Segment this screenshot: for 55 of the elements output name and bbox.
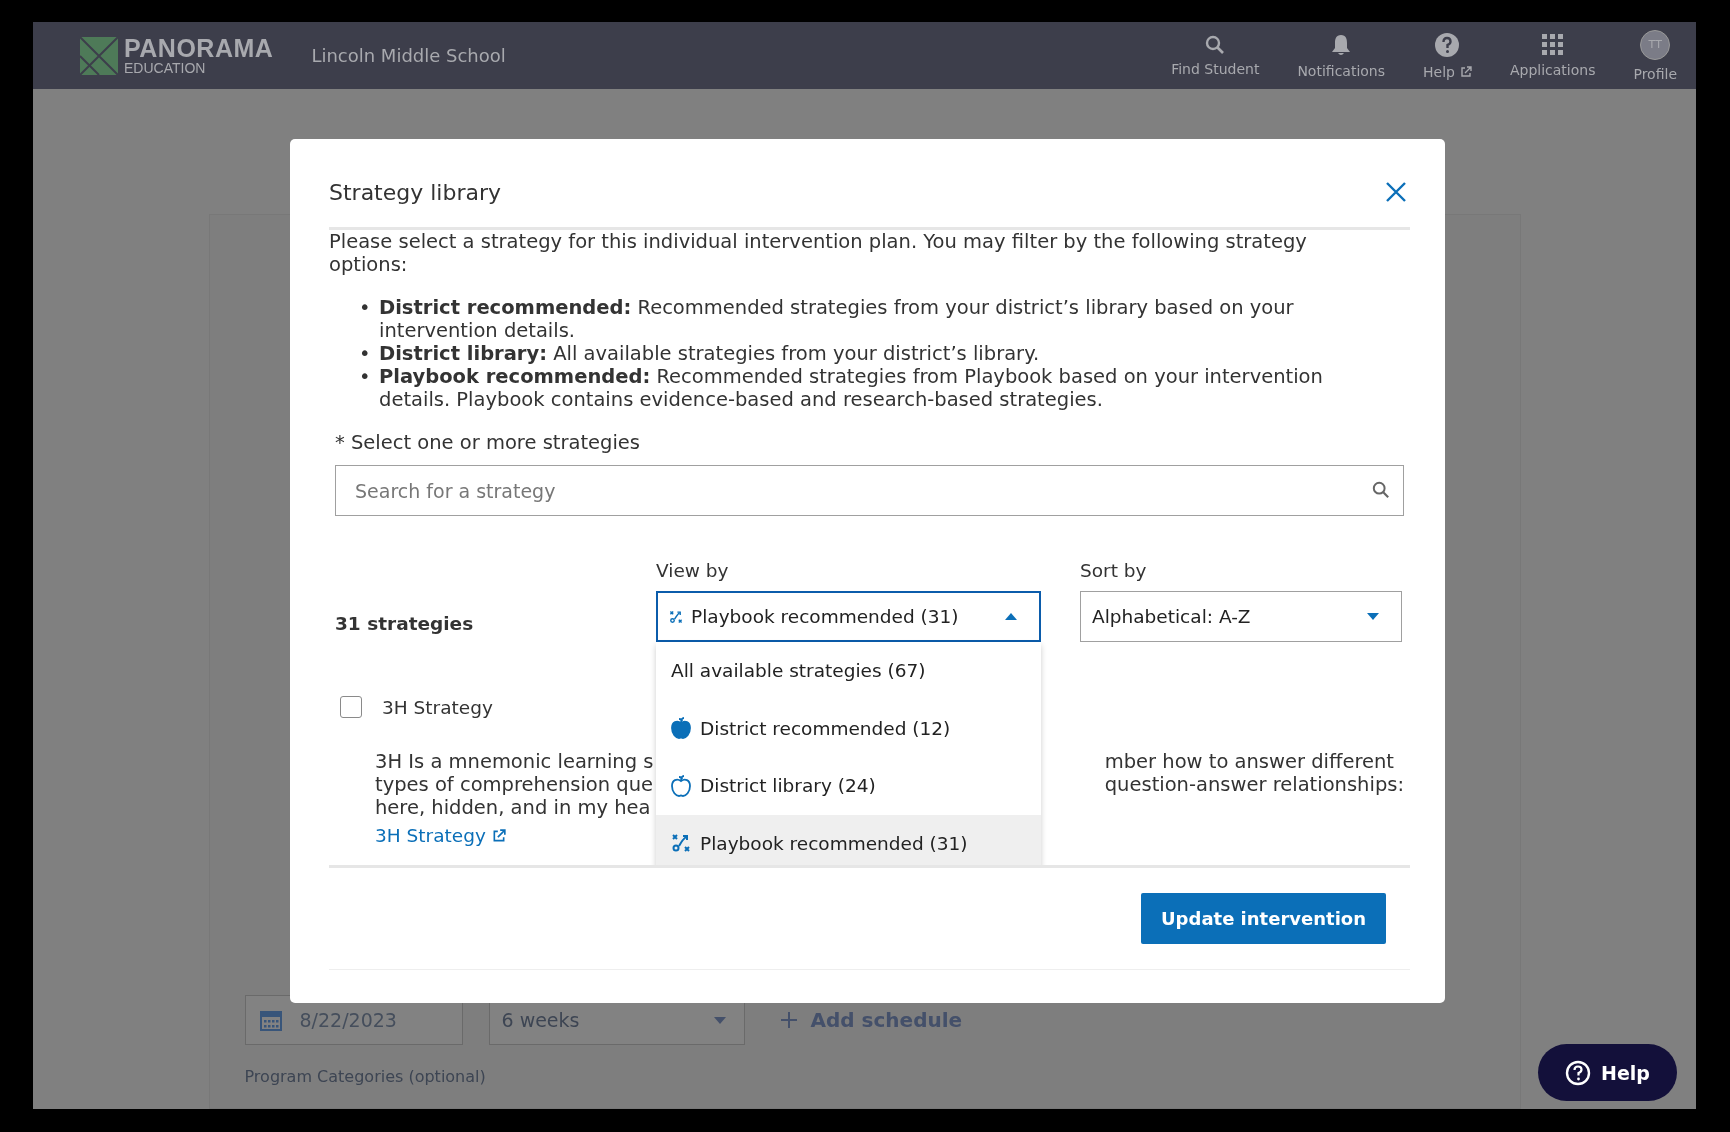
nav-item[interactable]: Find Student <box>1152 22 1279 89</box>
view-by-select[interactable]: Playbook recommended (31) <box>656 591 1041 642</box>
caret-icon <box>713 1016 726 1024</box>
bullet-marker: • <box>359 365 372 388</box>
checkbox[interactable] <box>340 696 362 718</box>
bullet-marker: • <box>359 342 372 365</box>
strategy-description: 3H Is a mnemonic learning s <box>375 750 654 773</box>
intro-text: Please select a strategy for this individual intervention plan. You may filter by the following strategy options: <box>329 230 1308 276</box>
school-name: Lincoln Middle School <box>311 45 506 66</box>
plus-icon <box>780 1012 797 1028</box>
playbook-icon <box>669 609 683 624</box>
nav-item[interactable]: Applications <box>1490 22 1615 89</box>
strategy-description: here, hidden, and in my hea <box>375 796 652 819</box>
logo-title: PANORAMA <box>124 36 274 61</box>
option-description: District recommended: Recommended strategies from your district’s library based on your intervention details. <box>379 296 1294 342</box>
close-icon <box>1386 182 1406 202</box>
update-intervention-button[interactable]: Update intervention <box>1141 893 1386 944</box>
field-label: Program Categories (optional) <box>244 1067 487 1086</box>
help-icon <box>1434 31 1461 58</box>
help-icon <box>1565 1059 1592 1086</box>
caret-icon <box>1367 613 1379 620</box>
logo-icon <box>80 36 118 75</box>
strategy-description: question-answer relationships: <box>1104 773 1404 796</box>
help-button[interactable]: Help <box>1538 1044 1677 1101</box>
dropdown-option[interactable]: Playbook recommended (31) <box>656 814 1041 865</box>
dropdown-option[interactable]: All available strategies (67) <box>656 642 1041 700</box>
external-link-icon <box>491 828 506 843</box>
bullet-marker: • <box>359 296 372 319</box>
bell-icon <box>1330 32 1353 57</box>
dropdown-option[interactable]: District recommended (12) <box>656 699 1041 757</box>
nav-item[interactable]: Notifications <box>1278 22 1404 89</box>
option-description: Playbook recommended: Recommended strategies from Playbook based on your intervention details. Playbook contains evidence-based and research-based strategies. <box>379 365 1323 411</box>
nav-item[interactable]: Help <box>1404 22 1491 89</box>
field-label: View by <box>656 560 730 581</box>
dropdown-option[interactable]: District library (24) <box>656 757 1041 815</box>
calendar-icon <box>259 1009 282 1031</box>
search-icon <box>1205 34 1226 55</box>
field-label: * Select one or more strategies <box>335 431 641 454</box>
field-label: Sort by <box>1080 560 1148 581</box>
sort-by-select[interactable]: Alphabetical: A-Z <box>1080 591 1402 642</box>
playbook-icon <box>671 833 691 854</box>
option-description: District library: All available strategies from your district’s library. <box>379 342 1040 365</box>
search-icon <box>1372 481 1390 499</box>
logo-subtitle: EDUCATION <box>124 61 207 75</box>
apple-icon <box>671 774 691 797</box>
dialog-title: Strategy library <box>329 179 502 205</box>
strategy-name: 3H Strategy <box>382 696 493 718</box>
strategy-description: types of comprehension que <box>375 773 654 796</box>
strategy-count: 31 strategies <box>335 613 475 636</box>
grid-icon <box>1541 33 1564 56</box>
caret-icon <box>1005 613 1017 620</box>
apple-icon <box>671 717 691 740</box>
search-field[interactable]: Search for a strategy <box>335 465 1404 516</box>
strategy-description: mber how to answer different <box>1104 750 1395 773</box>
strategy-link[interactable]: 3H Strategy <box>375 825 506 846</box>
